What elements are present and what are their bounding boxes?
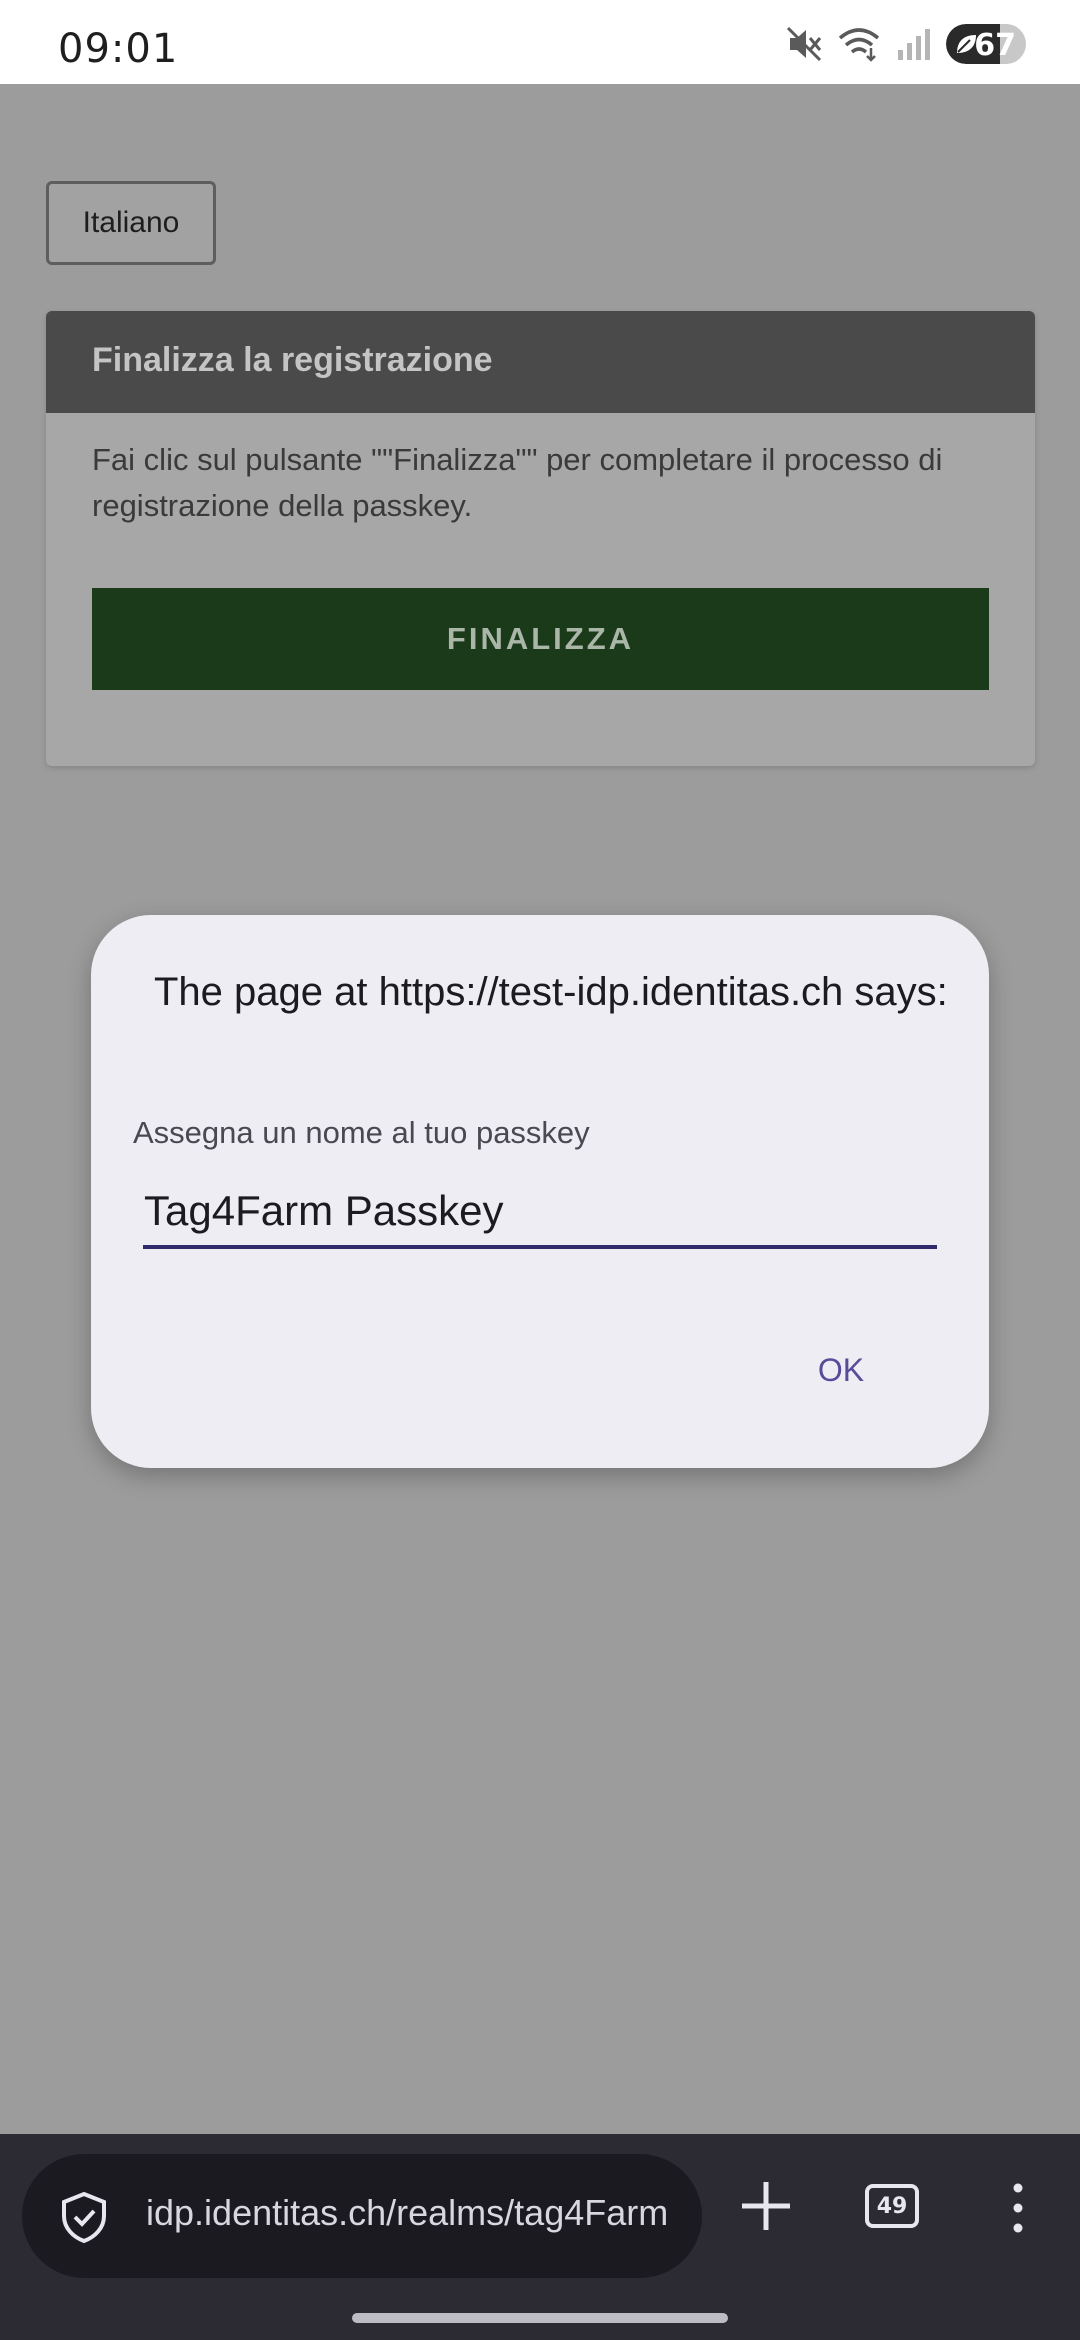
tab-switcher-button[interactable]: 49: [865, 2184, 919, 2228]
passkey-name-input[interactable]: [143, 1177, 937, 1249]
signal-icon: [898, 29, 930, 60]
registration-card: Finalizza la registrazione Fai clic sul …: [46, 311, 1035, 766]
finalize-button[interactable]: FINALIZZA: [92, 588, 989, 690]
more-menu-icon[interactable]: [1000, 2180, 1036, 2236]
ok-button[interactable]: OK: [791, 1335, 891, 1405]
prompt-dialog: The page at https://test-idp.identitas.c…: [91, 915, 989, 1468]
battery-level: 67: [974, 28, 1016, 63]
address-bar[interactable]: idp.identitas.ch/realms/tag4Farm: [22, 2154, 702, 2278]
url-text: idp.identitas.ch/realms/tag4Farm: [146, 2192, 669, 2233]
gesture-nav-handle[interactable]: [352, 2313, 728, 2323]
status-bar: 09:01 67: [0, 0, 1080, 84]
new-tab-button[interactable]: [736, 2176, 796, 2236]
language-button[interactable]: Italiano: [46, 181, 216, 265]
status-icons: 67: [786, 24, 1026, 64]
dialog-label: Assegna un nome al tuo passkey: [133, 1115, 590, 1150]
browser-toolbar: idp.identitas.ch/realms/tag4Farm 49: [0, 2134, 1080, 2340]
card-description: Fai clic sul pulsante ""Finalizza"" per …: [92, 442, 943, 523]
shield-check-icon[interactable]: [58, 2190, 110, 2244]
card-title: Finalizza la registrazione: [46, 311, 1035, 413]
battery-icon: 67: [946, 24, 1026, 64]
wifi-icon: [838, 28, 880, 62]
mute-icon: [786, 26, 822, 62]
dialog-title: The page at https://test-idp.identitas.c…: [154, 970, 948, 1014]
status-time: 09:01: [58, 26, 179, 72]
screen: 09:01 67 Italiano Finalizza la registraz…: [0, 0, 1080, 2340]
